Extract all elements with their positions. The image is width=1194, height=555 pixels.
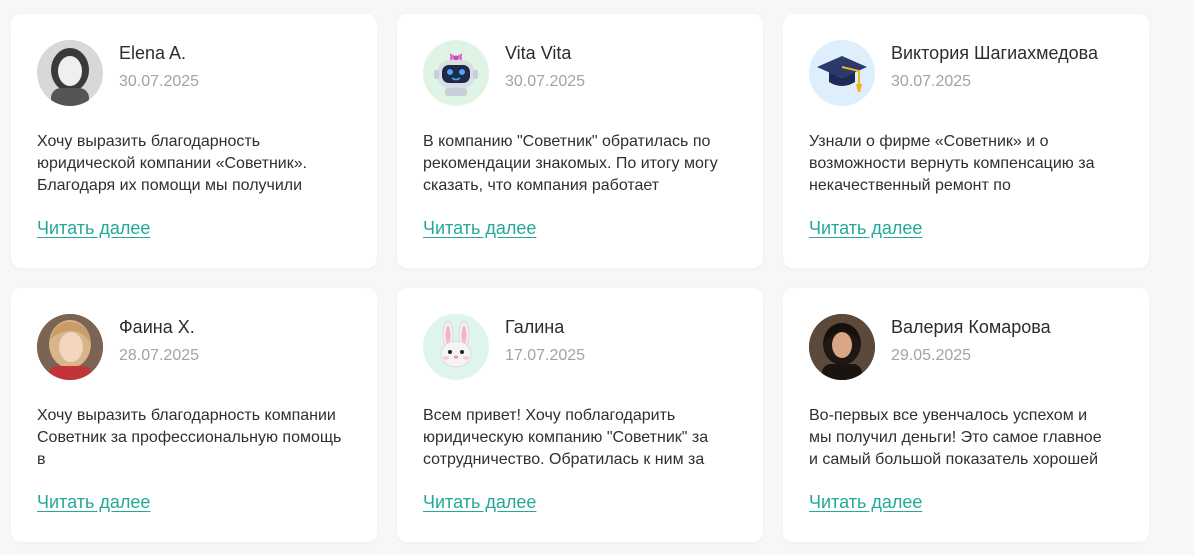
review-date: 29.05.2025: [891, 347, 972, 364]
review-card: Vita Vita 30.07.2025 В компанию "Советни…: [397, 14, 763, 268]
read-more-link[interactable]: Читать далее: [809, 492, 922, 513]
graduation-cap-icon: [817, 56, 867, 92]
review-card: Elena A. 30.07.2025 Хочу выразить благод…: [11, 14, 377, 268]
robot-icon: [434, 53, 478, 96]
avatar: [809, 40, 875, 106]
review-text: В компанию "Советник" обратилась по реко…: [423, 133, 718, 194]
reviewer-name: Валерия Комарова: [891, 317, 1051, 337]
avatar: [37, 314, 103, 380]
avatar: [423, 40, 489, 106]
review-text: Хочу выразить благодарность компании Сов…: [37, 407, 342, 468]
read-more-link[interactable]: Читать далее: [37, 218, 150, 239]
review-card: Виктория Шагиахмедова 30.07.2025 Узнали …: [783, 14, 1149, 268]
reviewer-name: Виктория Шагиахмедова: [891, 43, 1099, 63]
avatar: [809, 314, 875, 380]
review-date: 28.07.2025: [119, 347, 200, 364]
review-text: Во-первых все увенчалось успехом и мы по…: [809, 407, 1102, 468]
woman-photo-grayscale-icon: [37, 40, 103, 106]
review-text: Всем привет! Хочу поблагодарить юридичес…: [423, 407, 709, 468]
read-more-link[interactable]: Читать далее: [37, 492, 150, 513]
read-more-link[interactable]: Читать далее: [423, 218, 536, 239]
rabbit-icon: [440, 320, 472, 368]
review-card: Валерия Комарова 29.05.2025 Во-первых вс…: [783, 288, 1149, 542]
review-card: Галина 17.07.2025 Всем привет! Хочу побл…: [397, 288, 763, 542]
review-date: 30.07.2025: [891, 73, 972, 90]
review-card: Фаина Х. 28.07.2025 Хочу выразить благод…: [11, 288, 377, 542]
reviewer-name: Elena A.: [119, 43, 187, 63]
review-text: Узнали о фирме «Советник» и о возможност…: [809, 133, 1095, 194]
review-date: 30.07.2025: [505, 73, 586, 90]
reviewer-name: Галина: [505, 317, 565, 337]
reviewer-name: Фаина Х.: [119, 317, 195, 337]
avatar: [423, 314, 489, 380]
review-text: Хочу выразить благодарность юридической …: [37, 133, 308, 194]
read-more-link[interactable]: Читать далее: [423, 492, 536, 513]
review-date: 30.07.2025: [119, 73, 200, 90]
read-more-link[interactable]: Читать далее: [809, 218, 922, 239]
avatar: [37, 40, 103, 106]
reviews-grid: Elena A. 30.07.2025 Хочу выразить благод…: [11, 14, 1149, 542]
reviewer-name: Vita Vita: [505, 43, 572, 63]
woman-photo-dark-icon: [809, 314, 875, 380]
review-date: 17.07.2025: [505, 347, 586, 364]
woman-photo-icon: [37, 314, 103, 380]
